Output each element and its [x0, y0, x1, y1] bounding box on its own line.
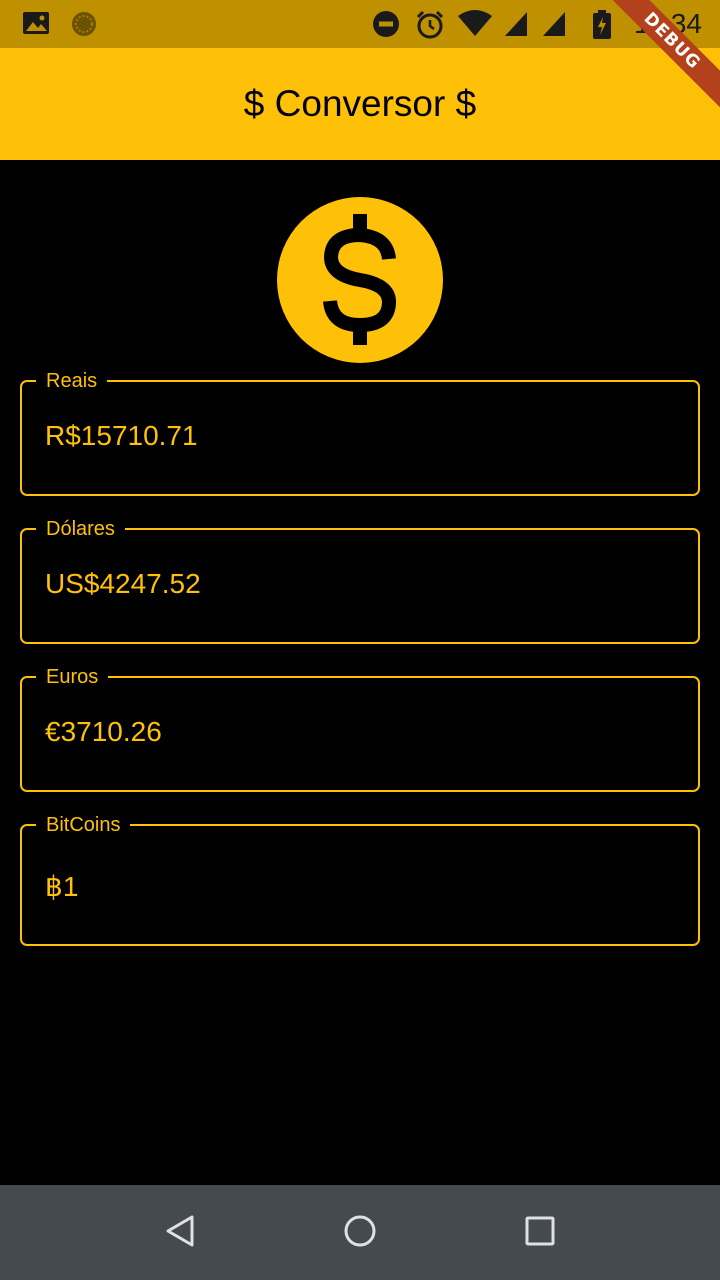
bitcoins-value[interactable]: ฿1 — [45, 870, 78, 903]
battery-icon — [592, 10, 612, 45]
bitcoins-field[interactable]: BitCoins ฿1 — [20, 810, 700, 946]
euros-label: Euros — [36, 662, 109, 692]
reais-field[interactable]: Reais R$15710.71 — [20, 366, 700, 496]
back-icon[interactable] — [162, 1213, 198, 1254]
page-title: $ Conversor $ — [243, 83, 477, 124]
alarm-icon — [415, 10, 445, 45]
app-notification-icon — [70, 10, 98, 43]
reais-value[interactable]: R$15710.71 — [45, 420, 198, 452]
do-not-disturb-icon — [372, 10, 400, 43]
signal-icon — [503, 10, 529, 43]
bitcoins-label: BitCoins — [36, 810, 131, 840]
navigation-bar — [0, 1185, 720, 1280]
euros-field[interactable]: Euros €3710.26 — [20, 662, 700, 792]
dolares-value[interactable]: US$4247.52 — [45, 568, 201, 600]
signal-icon-2 — [541, 10, 567, 43]
wifi-icon — [457, 10, 493, 43]
dolares-field[interactable]: Dólares US$4247.52 — [20, 514, 700, 644]
recents-icon[interactable] — [522, 1213, 558, 1254]
reais-label: Reais — [36, 366, 108, 396]
home-icon[interactable] — [342, 1213, 378, 1254]
status-bar: 11:34 — [0, 0, 720, 48]
dolares-label: Dólares — [36, 514, 125, 544]
app-bar: $ Conversor $ — [0, 48, 720, 160]
dollar-coin-icon — [277, 197, 443, 363]
image-icon — [22, 10, 50, 43]
euros-value[interactable]: €3710.26 — [45, 716, 162, 748]
